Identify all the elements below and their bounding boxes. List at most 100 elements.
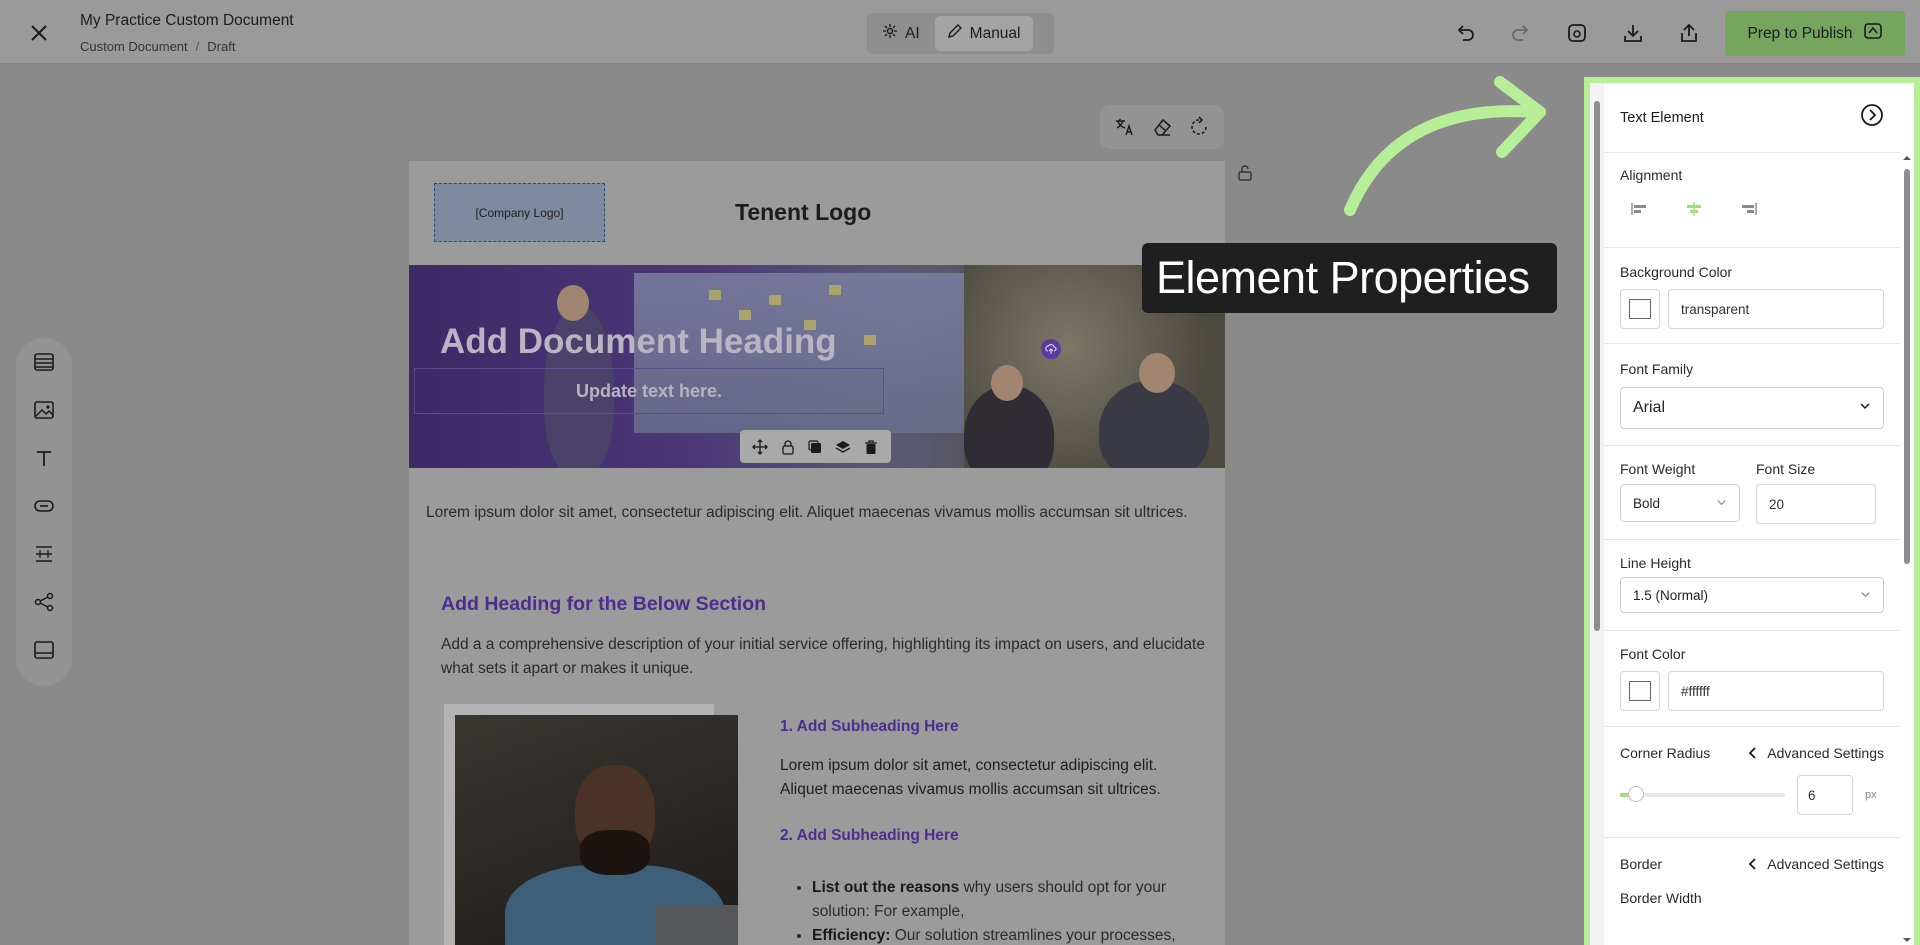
intro-paragraph[interactable]: Lorem ipsum dolor sit amet, consectetur … [426, 501, 1206, 525]
hero-sticky-note [864, 335, 876, 345]
font-color-preview [1629, 681, 1651, 701]
font-family-label: Font Family [1620, 361, 1694, 377]
list-item: List out the reasons why users should op… [812, 876, 1214, 924]
line-height-value: 1.5 (Normal) [1633, 587, 1709, 603]
breadcrumb-type[interactable]: Custom Document [80, 39, 188, 54]
button-element-icon[interactable] [32, 494, 56, 518]
hero-person-face [557, 285, 589, 321]
align-left-icon[interactable] [1630, 201, 1650, 217]
subheading-2[interactable]: 2. Add Subheading Here [780, 827, 959, 845]
company-logo-placeholder[interactable]: [Company Logo] [434, 183, 605, 242]
prep-to-publish-button[interactable]: Prep to Publish [1725, 11, 1905, 56]
font-size-input[interactable]: 20 [1756, 484, 1876, 524]
redo-icon[interactable] [1508, 20, 1534, 46]
collapse-panel-icon[interactable] [1860, 103, 1884, 132]
element-action-toolbar [740, 430, 891, 463]
font-family-value: Arial [1633, 399, 1666, 416]
move-icon[interactable] [751, 438, 769, 456]
properties-content: Text Element Alignment Background Color [1604, 83, 1900, 945]
footer-icon[interactable] [32, 638, 56, 662]
font-color-section: Font Color #ffffff [1604, 631, 1900, 727]
corner-radius-input[interactable]: 6 [1797, 775, 1853, 815]
list-item: Efficiency: Our solution streamlines you… [812, 924, 1214, 945]
breadcrumb-separator: / [195, 39, 200, 54]
section-list-icon[interactable] [32, 350, 56, 374]
slider-handle[interactable] [1628, 786, 1644, 802]
list-item-text: Our solution streamlines your processes, [890, 927, 1176, 944]
download-icon[interactable] [1620, 20, 1646, 46]
hero-banner[interactable]: Add Document Heading Update text here. [409, 265, 1225, 468]
subheading-1-text[interactable]: Lorem ipsum dolor sit amet, consectetur … [780, 754, 1200, 802]
publish-label: Prep to Publish [1747, 24, 1853, 42]
corner-radius-slider[interactable] [1620, 786, 1785, 802]
align-right-icon[interactable] [1738, 201, 1758, 217]
bg-color-swatch[interactable] [1620, 289, 1660, 329]
hero-heading[interactable]: Add Document Heading [440, 322, 837, 362]
scroll-down-icon[interactable] [1900, 935, 1914, 945]
layers-icon[interactable] [834, 438, 852, 456]
element-properties-panel: Text Element Alignment Background Color [1590, 83, 1914, 945]
unlock-icon[interactable] [1236, 164, 1254, 182]
eraser-icon[interactable] [1150, 115, 1174, 139]
breadcrumb: Custom Document / Draft [80, 39, 235, 54]
share-icon[interactable] [1676, 20, 1702, 46]
tenant-logo[interactable]: Tenent Logo [735, 199, 871, 226]
font-color-swatch[interactable] [1620, 671, 1660, 711]
canvas-tools [1100, 105, 1224, 149]
hero-subtext[interactable]: Update text here. [414, 368, 884, 414]
align-center-icon[interactable] [1684, 201, 1704, 217]
save-version-icon[interactable] [1564, 20, 1590, 46]
font-weight-size-row: Font Weight Bold Font Size 20 [1620, 461, 1884, 524]
breadcrumb-status: Draft [207, 39, 236, 54]
panel-outer-scrollbar[interactable] [1590, 83, 1604, 945]
section-description[interactable]: Add a a comprehensive description of you… [441, 633, 1211, 681]
reset-icon[interactable] [1187, 115, 1211, 139]
scrollbar-thumb[interactable] [1904, 169, 1910, 564]
image-icon[interactable] [32, 398, 56, 422]
close-icon[interactable] [26, 20, 52, 46]
social-share-icon[interactable] [32, 590, 56, 614]
scrollbar-thumb[interactable] [1594, 101, 1600, 631]
font-family-select[interactable]: Arial [1620, 387, 1884, 429]
publish-icon [1863, 21, 1883, 46]
font-weight-value: Bold [1633, 495, 1661, 511]
hero-sticky-note [709, 290, 721, 300]
hero-sticky-note [829, 285, 841, 295]
section-heading[interactable]: Add Heading for the Below Section [441, 593, 766, 616]
document-canvas: [Company Logo] Tenent Logo Add Document … [409, 161, 1225, 945]
panel-inner-scrollbar[interactable] [1900, 153, 1914, 945]
bg-color-row: transparent [1620, 289, 1884, 329]
mode-manual-button[interactable]: Manual [934, 16, 1033, 51]
mode-ai-button[interactable]: AI [870, 16, 932, 51]
corner-radius-section: Corner Radius Advanced Settings 6 px [1604, 727, 1900, 838]
chevron-left-icon [1748, 747, 1756, 759]
chevron-down-icon [1860, 588, 1871, 603]
photo-laptop [655, 905, 738, 945]
lock-icon[interactable] [779, 438, 797, 456]
duplicate-icon[interactable] [806, 438, 824, 456]
upload-icon[interactable] [1041, 339, 1061, 359]
callout-arrow-icon [1344, 76, 1546, 216]
font-color-input[interactable]: #ffffff [1668, 671, 1884, 711]
corner-radius-advanced-link[interactable]: Advanced Settings [1747, 745, 1884, 761]
font-size-group: Font Size 20 [1756, 461, 1876, 524]
bg-color-input[interactable]: transparent [1668, 289, 1884, 329]
mode-ai-label: AI [905, 24, 920, 42]
border-advanced-link[interactable]: Advanced Settings [1747, 856, 1884, 872]
document-title[interactable]: My Practice Custom Document [80, 12, 294, 30]
text-icon[interactable] [32, 446, 56, 470]
subheading-1[interactable]: 1. Add Subheading Here [780, 718, 959, 736]
reasons-list[interactable]: List out the reasons why users should op… [794, 876, 1214, 945]
scroll-up-icon[interactable] [1900, 153, 1914, 163]
alignment-options [1620, 183, 1884, 217]
font-weight-select[interactable]: Bold [1620, 484, 1740, 522]
line-height-select[interactable]: 1.5 (Normal) [1620, 577, 1884, 613]
delete-icon[interactable] [862, 438, 880, 456]
chevron-down-icon [1859, 399, 1871, 417]
image-element-frame[interactable] [444, 704, 738, 945]
undo-icon[interactable] [1452, 20, 1478, 46]
list-item-bold: List out the reasons [812, 879, 960, 896]
translate-icon[interactable] [1113, 115, 1137, 139]
border-header: Border Advanced Settings [1620, 856, 1884, 872]
divider-icon[interactable] [32, 542, 56, 566]
